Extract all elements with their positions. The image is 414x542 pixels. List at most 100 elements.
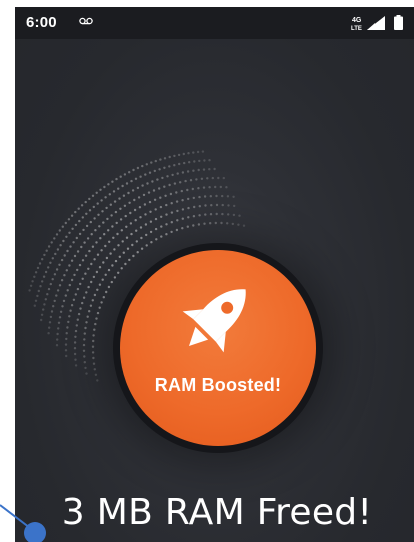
progress-dot <box>64 343 68 346</box>
progress-dot <box>217 176 220 180</box>
progress-dot <box>152 189 156 192</box>
progress-dot <box>181 208 185 211</box>
progress-dot <box>149 210 152 213</box>
progress-dot <box>96 379 99 382</box>
progress-dot <box>53 299 56 303</box>
progress-dot <box>81 277 84 280</box>
progress-dot <box>82 296 86 299</box>
progress-dot <box>145 244 148 247</box>
progress-dot <box>219 185 222 189</box>
progress-dot <box>120 229 124 232</box>
boost-button[interactable]: RAM Boosted! <box>113 243 323 453</box>
progress-dot <box>74 364 78 367</box>
progress-dot <box>145 163 148 166</box>
progress-dot <box>203 195 207 198</box>
progress-dot <box>78 263 82 267</box>
progress-dot <box>48 326 51 329</box>
progress-dot <box>160 225 163 228</box>
progress-dot <box>68 315 71 318</box>
progress-dot <box>110 280 114 284</box>
progress-dot <box>84 326 87 330</box>
progress-dot <box>170 211 174 214</box>
progress-dot <box>54 252 57 256</box>
progress-dot <box>214 221 217 225</box>
progress-dot <box>74 223 78 227</box>
progress-dot <box>226 222 229 225</box>
progress-dot <box>50 241 53 244</box>
progress-dot <box>62 299 66 303</box>
progress-dot <box>115 177 118 181</box>
progress-dot <box>117 187 120 190</box>
progress-dot <box>227 213 230 216</box>
progress-dot <box>202 168 206 171</box>
progress-dot <box>107 268 111 272</box>
progress-dot <box>58 316 62 319</box>
progress-dot <box>52 305 55 308</box>
progress-dot <box>96 202 99 205</box>
progress-dot <box>81 301 84 305</box>
progress-dot <box>64 349 68 352</box>
progress-dot <box>144 173 147 176</box>
progress-dot <box>84 272 87 275</box>
progress-dot <box>91 299 95 302</box>
progress-dot <box>221 194 224 198</box>
progress-dot <box>46 293 49 296</box>
progress-dot <box>214 185 217 189</box>
progress-dot <box>34 299 38 302</box>
progress-dot <box>76 318 79 321</box>
progress-dot <box>66 249 69 253</box>
progress-dot <box>154 227 158 231</box>
progress-dot <box>89 220 93 224</box>
progress-dot <box>69 245 72 248</box>
progress-dot <box>62 239 65 243</box>
progress-dot <box>118 255 122 258</box>
progress-dot <box>101 210 104 213</box>
progress-dot <box>111 264 114 267</box>
progress-dot <box>65 337 68 341</box>
progress-dot <box>85 321 88 324</box>
progress-dot <box>73 273 76 277</box>
progress-dot <box>47 332 50 335</box>
progress-dot <box>93 217 96 220</box>
progress-dot <box>91 351 95 354</box>
phone-screen: 6:00 4G LTE RAM Boosted! 3 MB RAM Freed! <box>15 7 414 542</box>
progress-dot <box>197 223 201 226</box>
progress-dot <box>146 182 149 185</box>
progress-dot <box>201 150 205 153</box>
progress-dot <box>149 220 153 223</box>
progress-dot <box>44 298 47 301</box>
progress-dot <box>95 241 98 244</box>
progress-dot <box>129 211 132 215</box>
progress-dot <box>175 200 179 203</box>
progress-dot <box>168 183 171 187</box>
progress-dot <box>192 151 195 154</box>
progress-dot <box>73 341 77 344</box>
progress-dot <box>72 298 76 301</box>
progress-dot <box>158 187 161 190</box>
progress-dot <box>160 235 163 238</box>
progress-dot <box>90 280 93 284</box>
progress-dot <box>58 263 61 266</box>
progress-dot <box>209 213 213 216</box>
progress-dot <box>90 233 93 236</box>
progress-dot <box>132 168 135 172</box>
progress-dot <box>78 219 81 223</box>
progress-dot <box>36 294 39 298</box>
progress-dot <box>80 204 84 207</box>
progress-dot <box>180 189 183 193</box>
progress-dot <box>151 180 154 183</box>
progress-dot <box>45 249 48 252</box>
progress-dot <box>159 196 162 199</box>
progress-dot <box>130 179 133 183</box>
progress-dot <box>136 251 139 254</box>
progress-dot <box>238 214 241 217</box>
progress-dot <box>115 221 118 225</box>
progress-dot <box>33 304 36 307</box>
progress-dot <box>70 304 74 307</box>
progress-dot <box>140 247 144 250</box>
progress-dot <box>84 254 88 257</box>
progress-dot <box>49 315 53 319</box>
progress-dot <box>144 223 148 226</box>
progress-dot <box>150 241 153 244</box>
progress-dot <box>88 209 92 212</box>
